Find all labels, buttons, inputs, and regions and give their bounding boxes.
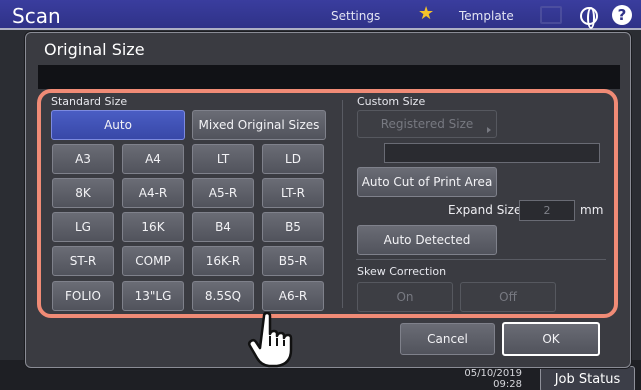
dialog-title: Original Size [44,40,145,59]
star-icon[interactable]: ★ [418,5,436,23]
settings-tab[interactable]: Settings [331,9,380,23]
message-strip [38,65,620,89]
pointing-hand-icon [247,312,293,368]
focus-highlight [37,89,618,318]
globe-icon[interactable] [580,7,598,29]
datetime: 05/10/2019 09:28 [462,368,522,390]
cancel-button[interactable]: Cancel [400,323,495,355]
top-bar: Scan Settings ★ Template ? [0,0,641,30]
job-status-button[interactable]: Job Status [540,366,635,390]
home-icon[interactable] [540,6,562,24]
ok-button[interactable]: OK [502,322,600,356]
template-tab[interactable]: Template [459,9,514,23]
date-text: 05/10/2019 [464,368,522,379]
help-icon[interactable]: ? [612,5,632,25]
time-text: 09:28 [493,379,522,390]
app-title: Scan [12,4,61,28]
